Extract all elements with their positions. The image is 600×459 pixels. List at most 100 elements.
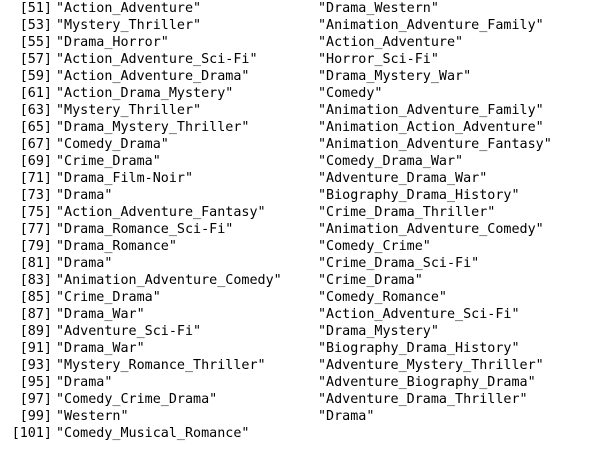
- genre-value: "Animation_Adventure_Family": [318, 18, 544, 33]
- genre-value: "Crime_Drama": [56, 290, 161, 305]
- output-row: [51] "Action_Adventure" "Drama_Western": [2, 0, 439, 17]
- genre-value: "Drama": [56, 188, 113, 203]
- genre-value: "Comedy_Romance": [318, 290, 447, 305]
- row-index: [81]: [19, 256, 52, 271]
- output-row: [69] "Crime_Drama" "Comedy_Drama_War": [2, 153, 463, 170]
- genre-value: "Crime_Drama_Thriller": [318, 205, 496, 220]
- output-row: [81] "Drama" "Crime_Drama_Sci-Fi": [2, 255, 480, 272]
- genre-value: "Drama_Romance_Sci-Fi": [56, 222, 234, 237]
- genre-value: "Drama_Mystery_War": [318, 69, 472, 84]
- row-index: [85]: [19, 290, 52, 305]
- output-row: [101] "Comedy_Musical_Romance": [2, 425, 318, 442]
- genre-value: "Comedy_Musical_Romance": [56, 426, 250, 441]
- output-row: [99] "Western" "Drama": [2, 408, 375, 425]
- output-row: [97] "Comedy_Crime_Drama" "Adventure_Drama…: [2, 391, 528, 408]
- row-index: [63]: [19, 103, 52, 118]
- genre-value: "Action_Adventure_Fantasy": [56, 205, 266, 220]
- genre-value: "Drama_Romance": [56, 239, 177, 254]
- row-index: [91]: [19, 341, 52, 356]
- output-row: [91] "Drama_War" "Biography_Drama_History": [2, 340, 520, 357]
- output-row: [71] "Drama_Film-Noir" "Adventure_Drama_Wa…: [2, 170, 488, 187]
- output-row: [65] "Drama_Mystery_Thriller" "Animation_A…: [2, 119, 544, 136]
- genre-value: "Comedy_Crime": [318, 239, 431, 254]
- genre-value: "Animation_Adventure_Comedy": [318, 222, 544, 237]
- output-row: [73] "Drama" "Biography_Drama_History": [2, 187, 520, 204]
- genre-value: "Action_Adventure_Sci-Fi": [318, 307, 520, 322]
- genre-value: "Animation_Adventure_Fantasy": [318, 137, 552, 152]
- genre-value: "Action_Adventure_Sci-Fi": [56, 52, 258, 67]
- output-row: [83] "Animation_Adventure_Comedy" "Crime_D…: [2, 272, 423, 289]
- output-row: [61] "Action_Drama_Mystery" "Comedy": [2, 85, 383, 102]
- row-index: [67]: [19, 137, 52, 152]
- row-index: [51]: [19, 1, 52, 16]
- row-index: [87]: [19, 307, 52, 322]
- genre-value: "Mystery_Romance_Thriller": [56, 358, 266, 373]
- row-index: [57]: [19, 52, 52, 67]
- row-index: [73]: [19, 188, 52, 203]
- output-row: [95] "Drama" "Adventure_Biography_Drama": [2, 374, 536, 391]
- genre-value: "Drama": [56, 375, 113, 390]
- genre-value: "Animation_Action_Adventure": [318, 120, 544, 135]
- output-row: [79] "Drama_Romance" "Comedy_Crime": [2, 238, 431, 255]
- genre-value: "Drama_War": [56, 307, 145, 322]
- genre-value: "Drama": [318, 409, 375, 424]
- genre-value: "Comedy_Drama_War": [318, 154, 464, 169]
- genre-value: "Adventure_Drama_War": [318, 171, 488, 186]
- r-console-output: [51] "Action_Adventure" "Drama_Western" [5…: [0, 0, 600, 459]
- row-index: [65]: [19, 120, 52, 135]
- row-index: [83]: [19, 273, 52, 288]
- row-index: [99]: [19, 409, 52, 424]
- genre-value: "Crime_Drama": [318, 273, 423, 288]
- genre-value: "Drama_Western": [318, 1, 439, 16]
- row-index: [61]: [19, 86, 52, 101]
- output-row: [59] "Action_Adventure_Drama" "Drama_Myste…: [2, 68, 471, 85]
- row-index: [71]: [19, 171, 52, 186]
- output-row: [63] "Mystery_Thriller" "Animation_Adventu…: [2, 102, 544, 119]
- row-index: [95]: [19, 375, 52, 390]
- genre-value: "Action_Adventure": [56, 1, 202, 16]
- genre-value: "Comedy": [318, 86, 383, 101]
- row-index: [69]: [19, 154, 52, 169]
- genre-value: "Drama_Film-Noir": [56, 171, 194, 186]
- output-row: [85] "Crime_Drama" "Comedy_Romance": [2, 289, 447, 306]
- genre-value: "Crime_Drama": [56, 154, 161, 169]
- row-index: [75]: [19, 205, 52, 220]
- genre-value: "Drama": [56, 256, 113, 271]
- genre-value: "Adventure_Sci-Fi": [56, 324, 202, 339]
- genre-value: "Crime_Drama_Sci-Fi": [318, 256, 480, 271]
- output-row: [75] "Action_Adventure_Fantasy" "Crime_Dra…: [2, 204, 496, 221]
- genre-value: "Animation_Adventure_Comedy": [56, 273, 282, 288]
- genre-value: "Animation_Adventure_Family": [318, 103, 544, 118]
- row-index: [53]: [19, 18, 52, 33]
- output-row: [53] "Mystery_Thriller" "Animation_Adventu…: [2, 17, 544, 34]
- row-index: [93]: [19, 358, 52, 373]
- genre-value: "Mystery_Thriller": [56, 103, 202, 118]
- row-index: [59]: [19, 69, 52, 84]
- row-index: [55]: [19, 35, 52, 50]
- genre-value: "Mystery_Thriller": [56, 18, 202, 33]
- genre-value: "Action_Adventure_Drama": [56, 69, 250, 84]
- row-index: [97]: [19, 392, 52, 407]
- row-index: [77]: [19, 222, 52, 237]
- genre-value: "Comedy_Crime_Drama": [56, 392, 218, 407]
- genre-value: "Biography_Drama_History": [318, 188, 520, 203]
- output-row: [77] "Drama_Romance_Sci-Fi" "Animation_Adv…: [2, 221, 544, 238]
- genre-value: "Adventure_Mystery_Thriller": [318, 358, 544, 373]
- genre-value: "Drama_Mystery_Thriller": [56, 120, 250, 135]
- row-index: [89]: [19, 324, 52, 339]
- genre-value: "Drama_Mystery": [318, 324, 439, 339]
- output-row: [55] "Drama_Horror" "Action_Adventure": [2, 34, 463, 51]
- genre-value: "Western": [56, 409, 129, 424]
- row-index: [79]: [19, 239, 52, 254]
- output-row: [89] "Adventure_Sci-Fi" "Drama_Mystery": [2, 323, 439, 340]
- genre-value: "Action_Adventure": [318, 35, 464, 50]
- genre-value: "Drama_War": [56, 341, 145, 356]
- genre-value: "Comedy_Drama": [56, 137, 169, 152]
- genre-value: "Action_Drama_Mystery": [56, 86, 234, 101]
- genre-value: "Drama_Horror": [56, 35, 169, 50]
- genre-value: "Horror_Sci-Fi": [318, 52, 439, 67]
- output-row: [93] "Mystery_Romance_Thriller" "Adventure…: [2, 357, 544, 374]
- output-row: [57] "Action_Adventure_Sci-Fi" "Horror_Sci…: [2, 51, 439, 68]
- genre-value: "Adventure_Drama_Thriller": [318, 392, 528, 407]
- output-row: [67] "Comedy_Drama" "Animation_Adventure_F…: [2, 136, 552, 153]
